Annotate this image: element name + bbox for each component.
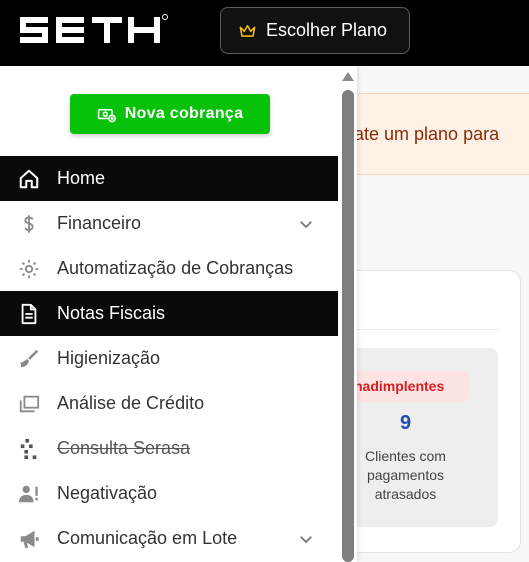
overdue-description-line: atrasados	[374, 486, 437, 502]
sidebar-item-automatizacao[interactable]: Automatização de Cobranças	[0, 246, 338, 291]
top-bar: Escolher Plano	[0, 0, 529, 66]
sidebar-item-comunicacao-lote[interactable]: Comunicação em Lote	[0, 516, 338, 561]
overdue-badge: nadimplentes	[348, 371, 469, 402]
sidebar-item-higienizacao[interactable]: Higienização	[0, 336, 338, 381]
choose-plan-label: Escolher Plano	[266, 20, 388, 40]
sidebar-item-label: Financeiro	[57, 213, 142, 233]
card-divider	[350, 329, 498, 330]
sidebar-item-consulta-serasa[interactable]: Consulta Serasa	[0, 426, 338, 471]
overdue-description-line: pagamentos	[366, 467, 445, 483]
sidebar-item-financeiro[interactable]: Financeiro	[0, 201, 338, 246]
money-add-icon	[97, 108, 116, 122]
sidebar-item-label: Comunicação em Lote	[57, 528, 238, 548]
sidebar-item-label: Negativação	[57, 483, 158, 503]
serasa-icon	[17, 437, 41, 461]
sidebar-item-notas-fiscais[interactable]: Notas Fiscais	[0, 291, 338, 336]
sidebar-item-label: Home	[57, 168, 106, 188]
broom-icon	[17, 347, 41, 371]
sidebar-item-label: Automatização de Cobranças	[57, 258, 294, 278]
new-charge-label: Nova cobrança	[124, 105, 244, 122]
chevron-down-icon[interactable]	[297, 215, 315, 233]
user-alert-icon	[17, 482, 41, 506]
seth-logo[interactable]	[18, 13, 170, 47]
choose-plan-button[interactable]: Escolher Plano	[220, 7, 410, 54]
overdue-count: 9	[399, 412, 412, 434]
crown-icon	[239, 24, 256, 37]
scrollbar-thumb[interactable]	[342, 90, 354, 562]
scroll-up-arrow-icon[interactable]	[342, 72, 354, 81]
dollar-icon	[17, 212, 41, 236]
chevron-down-icon[interactable]	[297, 530, 315, 548]
plan-banner-text: rate um plano para	[348, 124, 500, 144]
document-icon	[17, 302, 41, 326]
sidebar-item-label: Análise de Crédito	[57, 393, 205, 413]
sidebar-item-label: Notas Fiscais	[57, 303, 166, 323]
gear-cog-icon	[17, 257, 41, 281]
sidebar-item-home[interactable]: Home	[0, 156, 338, 201]
overdue-description-line: Clientes com	[365, 448, 446, 464]
sidebar-item-label: Consulta Serasa	[57, 438, 191, 458]
home-icon	[17, 167, 41, 191]
sidebar-item-label: Higienização	[57, 348, 161, 368]
sidebar-item-analise-credito[interactable]: Análise de Crédito	[0, 381, 338, 426]
cards-icon	[17, 392, 41, 416]
overdue-description: Clientes com pagamentos atrasados	[340, 447, 471, 504]
sidebar-item-negativacao[interactable]: Negativação	[0, 471, 338, 516]
new-charge-button[interactable]: Nova cobrança	[70, 94, 270, 134]
megaphone-icon	[17, 527, 41, 551]
